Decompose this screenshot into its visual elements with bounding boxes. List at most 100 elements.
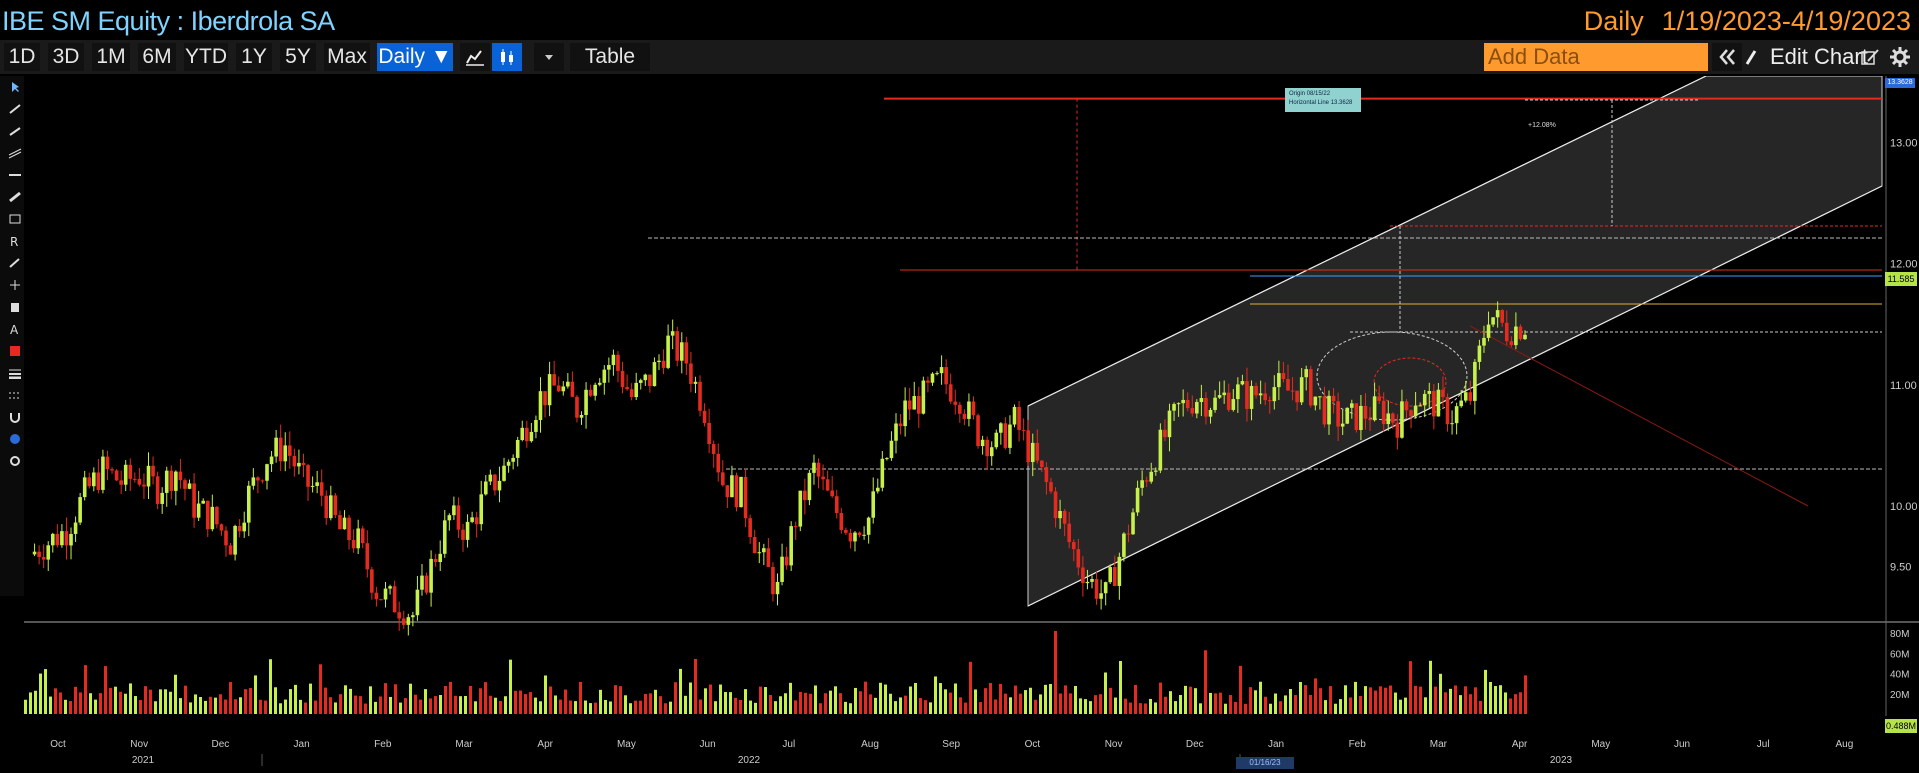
candle-body bbox=[155, 476, 160, 504]
volume-bar bbox=[1369, 687, 1372, 714]
candle-body bbox=[1231, 399, 1236, 410]
y-tick-label: 12.00 bbox=[1890, 259, 1918, 271]
volume-bar bbox=[269, 659, 272, 714]
candle-body bbox=[629, 389, 634, 398]
candle-body bbox=[105, 456, 110, 470]
volume-bar bbox=[1514, 694, 1517, 714]
frequency-dropdown[interactable]: Daily ▼ bbox=[377, 43, 453, 71]
regression-channel[interactable] bbox=[1027, 76, 1883, 607]
volume-bar bbox=[724, 692, 727, 714]
candle-body bbox=[926, 380, 930, 383]
candle-body bbox=[1071, 542, 1076, 550]
volume-bar bbox=[1124, 698, 1127, 714]
month-label: Nov bbox=[130, 739, 148, 750]
volume-bar bbox=[909, 686, 912, 714]
candle-body bbox=[1368, 418, 1372, 421]
chart-type-dropdown-icon[interactable] bbox=[534, 43, 564, 71]
price-chart[interactable]: 13.00 12.00 11.00 10.00 9.50 80M 60M 40M 20M Oct N… bbox=[0, 76, 1919, 773]
candle-body bbox=[1131, 512, 1135, 535]
volume-bar bbox=[509, 659, 512, 714]
candle-body bbox=[1081, 567, 1085, 584]
volume-bar bbox=[394, 684, 397, 714]
table-button[interactable]: Table bbox=[570, 43, 650, 71]
candle-body bbox=[338, 515, 342, 530]
candle-body bbox=[433, 558, 438, 562]
period-1y-button[interactable]: 1Y bbox=[236, 43, 272, 71]
add-data-input[interactable]: Add Data bbox=[1484, 43, 1708, 71]
volume-bar bbox=[454, 695, 457, 714]
volume-bar bbox=[754, 702, 757, 714]
candle-body bbox=[953, 401, 958, 405]
line-chart-icon[interactable] bbox=[460, 43, 490, 71]
date-range[interactable]: 1/19/2023-4/19/2023 bbox=[1662, 6, 1911, 36]
volume-bar bbox=[1414, 685, 1417, 714]
candle-body bbox=[757, 552, 762, 554]
volume-bar bbox=[1254, 690, 1257, 714]
frequency-label[interactable]: Daily bbox=[1584, 6, 1644, 36]
horizontal-line-price-tag: 13.3628 bbox=[1885, 78, 1915, 88]
volume-bar bbox=[984, 688, 987, 714]
volume-bar bbox=[539, 701, 542, 714]
volume-bar bbox=[1339, 699, 1342, 714]
volume-bar bbox=[784, 693, 787, 714]
volume-bar bbox=[709, 684, 712, 714]
candle-body bbox=[839, 513, 844, 530]
candle-body bbox=[502, 465, 506, 481]
period-ytd-button[interactable]: YTD bbox=[184, 43, 228, 71]
volume-bar bbox=[164, 689, 167, 714]
pencil-icon bbox=[1744, 43, 1757, 71]
candle-body bbox=[192, 483, 196, 518]
edit-chart-button[interactable]: Edit Chart bbox=[1770, 43, 1868, 71]
candle-body bbox=[675, 331, 680, 361]
candle-body bbox=[1336, 401, 1340, 427]
chart-toolbar: 1D 3D 1M 6M YTD 1Y 5Y Max Daily ▼ Table … bbox=[0, 40, 1919, 74]
volume-bar bbox=[459, 696, 462, 714]
candle-body bbox=[1359, 405, 1363, 431]
volume-bar bbox=[344, 685, 347, 714]
candlestick-icon[interactable] bbox=[492, 43, 522, 71]
volume-bar bbox=[634, 700, 637, 714]
period-1m-button[interactable]: 1M bbox=[92, 43, 130, 71]
settings-gear-icon[interactable] bbox=[1886, 43, 1914, 71]
candle-body bbox=[1281, 373, 1286, 379]
period-1d-button[interactable]: 1D bbox=[4, 43, 40, 71]
candle-body bbox=[1017, 406, 1021, 430]
y-tick-label: 11.00 bbox=[1890, 380, 1917, 392]
candle-body bbox=[1436, 389, 1441, 417]
month-label: Oct bbox=[1025, 739, 1041, 750]
candle-body bbox=[657, 360, 661, 363]
candle-body bbox=[82, 477, 87, 498]
volume-bar bbox=[519, 690, 522, 714]
period-3d-button[interactable]: 3D bbox=[48, 43, 84, 71]
candle-body bbox=[101, 456, 105, 490]
volume-bar bbox=[49, 696, 52, 714]
candle-body bbox=[538, 391, 543, 420]
period-max-button[interactable]: Max bbox=[324, 43, 370, 71]
collapse-left-icon[interactable] bbox=[1712, 43, 1742, 71]
period-5y-button[interactable]: 5Y bbox=[280, 43, 316, 71]
volume-bar bbox=[894, 701, 897, 714]
volume-bar bbox=[879, 682, 882, 714]
volume-bar bbox=[349, 688, 352, 714]
volume-bar bbox=[274, 687, 277, 714]
volume-bar bbox=[779, 696, 782, 714]
volume-bar bbox=[619, 686, 622, 714]
candle-body bbox=[1003, 423, 1008, 448]
period-display[interactable]: Daily 1/19/2023-4/19/2023 bbox=[1566, 6, 1911, 37]
candle-body bbox=[525, 427, 529, 442]
candle-body bbox=[1108, 567, 1113, 583]
volume-bar bbox=[1464, 686, 1467, 714]
volume-bar bbox=[439, 695, 442, 714]
candle-body bbox=[1062, 510, 1067, 524]
candle-body bbox=[96, 472, 101, 490]
candle-body bbox=[935, 373, 939, 375]
candle-body bbox=[151, 465, 155, 477]
volume-tick-label: 80M bbox=[1890, 629, 1909, 640]
volume-bar bbox=[1144, 703, 1147, 714]
volume-bar bbox=[1494, 686, 1497, 714]
candle-body bbox=[711, 444, 716, 454]
candle-body bbox=[534, 419, 538, 432]
edit-layout-icon[interactable] bbox=[1858, 43, 1882, 71]
candle-body bbox=[1468, 392, 1473, 401]
period-6m-button[interactable]: 6M bbox=[138, 43, 176, 71]
